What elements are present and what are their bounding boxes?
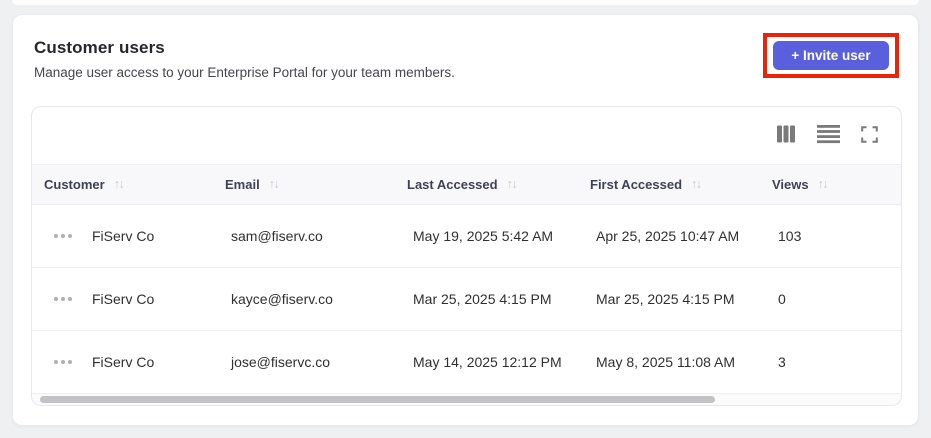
- column-header-last-accessed[interactable]: Last Accessed ↑↓: [395, 177, 578, 193]
- columns-icon: [776, 124, 796, 147]
- row-menu-button[interactable]: [54, 295, 72, 303]
- row-density-icon: [817, 124, 840, 147]
- invite-user-button[interactable]: + Invite user: [773, 41, 889, 70]
- ellipsis-icon: [54, 360, 58, 364]
- sort-icon[interactable]: ↑↓: [507, 177, 518, 191]
- row-menu-button[interactable]: [54, 358, 72, 366]
- fullscreen-icon: [861, 125, 878, 146]
- customer-name: FiServ Co: [92, 228, 155, 244]
- customer-name: FiServ Co: [92, 354, 155, 370]
- table-row: FiServ Co jose@fiservc.co May 14, 2025 1…: [32, 331, 901, 394]
- first-accessed-cell: Mar 25, 2025 4:15 PM: [596, 291, 735, 307]
- page-title: Customer users: [34, 38, 165, 57]
- row-menu-button[interactable]: [54, 232, 72, 240]
- previous-card-edge: [12, 0, 919, 5]
- column-header-label: Views: [772, 177, 809, 192]
- email-cell: sam@fiserv.co: [231, 228, 323, 244]
- views-cell: 0: [778, 291, 786, 307]
- customer-users-card: Customer users Manage user access to you…: [12, 14, 919, 426]
- ellipsis-icon: [54, 297, 58, 301]
- table-header-row: Customer ↑↓ Email ↑↓ Last Accessed ↑↓ Fi…: [32, 164, 901, 205]
- customer-cell: FiServ Co: [32, 228, 213, 244]
- email-cell: jose@fiservc.co: [231, 354, 331, 370]
- first-accessed-cell: Apr 25, 2025 10:47 AM: [596, 228, 740, 244]
- column-header-label: Last Accessed: [407, 177, 498, 192]
- column-header-first-accessed[interactable]: First Accessed ↑↓: [578, 177, 760, 193]
- last-accessed-cell: May 19, 2025 5:42 AM: [413, 228, 554, 244]
- column-header-customer[interactable]: Customer ↑↓: [32, 177, 213, 193]
- email-cell: kayce@fiserv.co: [231, 291, 333, 307]
- table-toolbar: [32, 107, 901, 164]
- last-accessed-cell: Mar 25, 2025 4:15 PM: [413, 291, 552, 307]
- views-cell: 3: [778, 354, 786, 370]
- column-header-label: Customer: [44, 177, 105, 192]
- column-header-email[interactable]: Email ↑↓: [213, 177, 395, 193]
- views-cell: 103: [778, 228, 802, 244]
- first-accessed-cell: May 8, 2025 11:08 AM: [596, 354, 736, 370]
- customer-cell: FiServ Co: [32, 354, 213, 370]
- page-subtitle: Manage user access to your Enterprise Po…: [34, 65, 455, 80]
- sort-icon[interactable]: ↑↓: [691, 177, 702, 191]
- columns-button[interactable]: [776, 124, 796, 147]
- sort-icon[interactable]: ↑↓: [818, 177, 829, 191]
- customer-users-page: { "page": { "title": "Customer users", "…: [0, 0, 931, 438]
- annotation-highlight: + Invite user: [763, 33, 899, 78]
- column-header-views[interactable]: Views ↑↓: [760, 177, 901, 193]
- table-row: FiServ Co sam@fiserv.co May 19, 2025 5:4…: [32, 205, 901, 268]
- users-table-panel: Customer ↑↓ Email ↑↓ Last Accessed ↑↓ Fi…: [31, 106, 902, 406]
- ellipsis-icon: [54, 234, 58, 238]
- fullscreen-button[interactable]: [861, 125, 878, 146]
- card-header-text: Customer users Manage user access to you…: [34, 38, 455, 80]
- table-row: FiServ Co kayce@fiserv.co Mar 25, 2025 4…: [32, 268, 901, 331]
- customer-cell: FiServ Co: [32, 291, 213, 307]
- sort-icon[interactable]: ↑↓: [269, 177, 280, 191]
- last-accessed-cell: May 14, 2025 12:12 PM: [413, 354, 562, 370]
- scrollbar-thumb[interactable]: [40, 396, 715, 403]
- sort-icon[interactable]: ↑↓: [114, 177, 125, 191]
- column-header-label: Email: [225, 177, 260, 192]
- horizontal-scrollbar[interactable]: [32, 394, 901, 405]
- customer-name: FiServ Co: [92, 291, 155, 307]
- card-header: Customer users Manage user access to you…: [13, 15, 918, 80]
- row-density-button[interactable]: [817, 124, 840, 147]
- column-header-label: First Accessed: [590, 177, 683, 192]
